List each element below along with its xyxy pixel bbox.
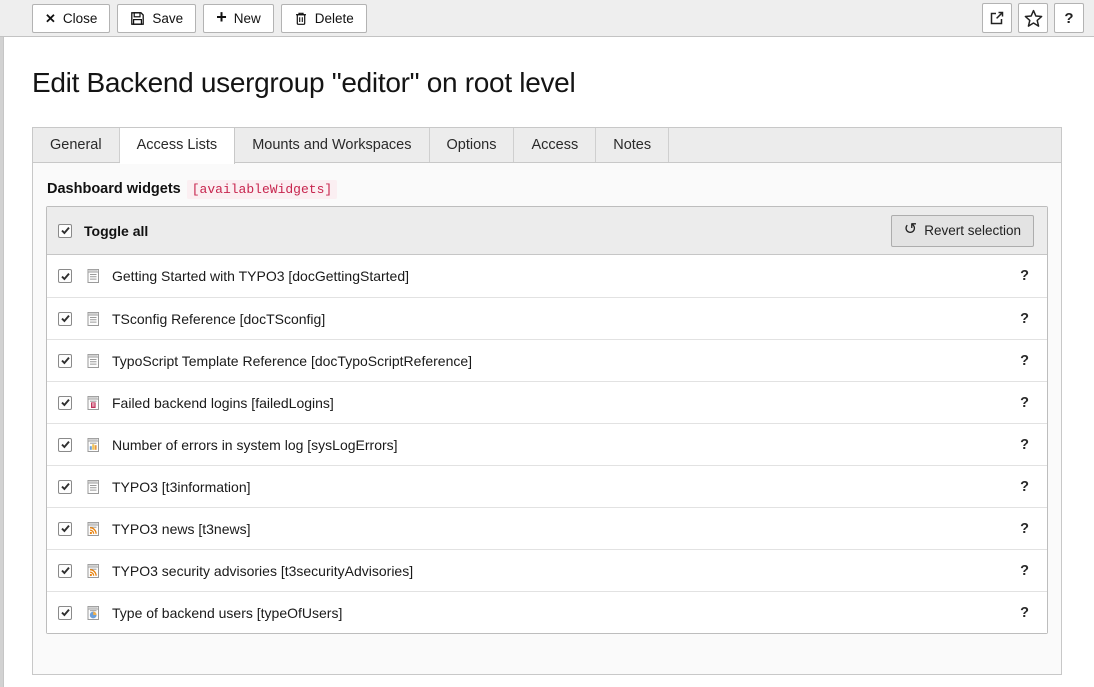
save-icon [130,11,145,26]
document-widget-icon [85,479,101,495]
table-row: TypoScript Template Reference [docTypoSc… [47,339,1047,381]
help-icon[interactable]: ? [1017,479,1032,495]
revert-selection-button[interactable]: ↺ Revert selection [891,215,1034,247]
row-checkbox[interactable] [58,396,72,410]
failed-logins-widget-icon [85,395,101,411]
trash-icon [294,11,308,26]
row-checkbox[interactable] [58,522,72,536]
section-code-tag: [availableWidgets] [187,180,337,199]
section-label: Dashboard widgets [availableWidgets] [47,181,1048,197]
table-row: TSconfig Reference [docTSconfig]? [47,297,1047,339]
widget-label: Number of errors in system log [sysLogEr… [112,437,1017,453]
widget-label: TypoScript Template Reference [docTypoSc… [112,353,1017,369]
table-row: Number of errors in system log [sysLogEr… [47,423,1047,465]
help-icon[interactable]: ? [1017,521,1032,537]
table-row: Getting Started with TYPO3 [docGettingSt… [47,255,1047,297]
widget-label: Getting Started with TYPO3 [docGettingSt… [112,268,1017,284]
widget-label: TYPO3 security advisories [t3securityAdv… [112,563,1017,579]
section-label-text: Dashboard widgets [47,181,181,197]
close-button-label: Close [63,11,98,26]
close-icon: ✕ [45,12,56,25]
new-button[interactable]: + New [203,4,274,33]
help-icon[interactable]: ? [1017,605,1032,621]
help-button[interactable]: ? [1054,3,1084,33]
new-button-label: New [234,11,261,26]
row-checkbox[interactable] [58,354,72,368]
document-widget-icon [85,311,101,327]
module-body: Edit Backend usergroup "editor" on root … [0,37,1094,687]
delete-button-label: Delete [315,11,354,26]
plus-icon: + [216,8,227,26]
tab-notes[interactable]: Notes [596,128,669,162]
row-checkbox[interactable] [58,438,72,452]
tab-access-lists[interactable]: Access Lists [120,128,236,164]
row-checkbox[interactable] [58,269,72,283]
table-row: Failed backend logins [failedLogins]? [47,381,1047,423]
page-title: Edit Backend usergroup "editor" on root … [32,67,1062,99]
open-in-new-window-icon [989,10,1005,26]
table-row: TYPO3 [t3information]? [47,465,1047,507]
rss-widget-icon [85,563,101,579]
toggle-all-label: Toggle all [84,223,148,239]
widget-label: Type of backend users [typeOfUsers] [112,605,1017,621]
widget-label: Failed backend logins [failedLogins] [112,395,1017,411]
delete-button[interactable]: Delete [281,4,367,33]
widgets-table: Toggle all ↺ Revert selection Getting St… [46,206,1048,634]
revert-icon: ↺ [904,222,917,238]
widget-label: TSconfig Reference [docTSconfig] [112,311,1017,327]
doc-header-button-group: ✕ Close Save + New Delete [32,4,367,33]
rss-widget-icon [85,521,101,537]
row-checkbox[interactable] [58,312,72,326]
help-icon[interactable]: ? [1017,563,1032,579]
close-button[interactable]: ✕ Close [32,4,110,33]
tab-panel: Dashboard widgets [availableWidgets] Togg… [32,162,1062,675]
doc-header-icon-group: ? [982,3,1084,33]
doc-header: ✕ Close Save + New Delete ? [0,0,1094,37]
row-checkbox[interactable] [58,564,72,578]
toggle-all-checkbox[interactable] [58,224,72,238]
save-button-label: Save [152,11,183,26]
widget-rows: Getting Started with TYPO3 [docGettingSt… [47,255,1047,633]
content-area: Edit Backend usergroup "editor" on root … [4,37,1094,687]
table-row: Type of backend users [typeOfUsers]? [47,591,1047,633]
help-icon[interactable]: ? [1017,353,1032,369]
table-row: TYPO3 security advisories [t3securityAdv… [47,549,1047,591]
help-icon[interactable]: ? [1017,311,1032,327]
help-icon[interactable]: ? [1017,395,1032,411]
widget-label: TYPO3 [t3information] [112,479,1017,495]
open-in-new-window-button[interactable] [982,3,1012,33]
help-icon: ? [1064,10,1073,27]
tab-access[interactable]: Access [514,128,596,162]
row-checkbox[interactable] [58,606,72,620]
bar-chart-widget-icon [85,437,101,453]
widget-label: TYPO3 news [t3news] [112,521,1017,537]
help-icon[interactable]: ? [1017,437,1032,453]
tab-options[interactable]: Options [430,128,515,162]
help-icon[interactable]: ? [1017,268,1032,284]
widgets-table-header: Toggle all ↺ Revert selection [47,207,1047,255]
tab-mounts-and-workspaces[interactable]: Mounts and Workspaces [235,128,429,162]
tab-general[interactable]: General [33,128,120,162]
tab-bar: GeneralAccess ListsMounts and Workspaces… [32,127,1062,162]
save-button[interactable]: Save [117,4,196,33]
row-checkbox[interactable] [58,480,72,494]
table-row: TYPO3 news [t3news]? [47,507,1047,549]
document-widget-icon [85,353,101,369]
document-widget-icon [85,268,101,284]
bookmark-star-icon [1024,9,1043,28]
pie-chart-widget-icon [85,605,101,621]
revert-selection-label: Revert selection [924,223,1021,238]
bookmark-button[interactable] [1018,3,1048,33]
